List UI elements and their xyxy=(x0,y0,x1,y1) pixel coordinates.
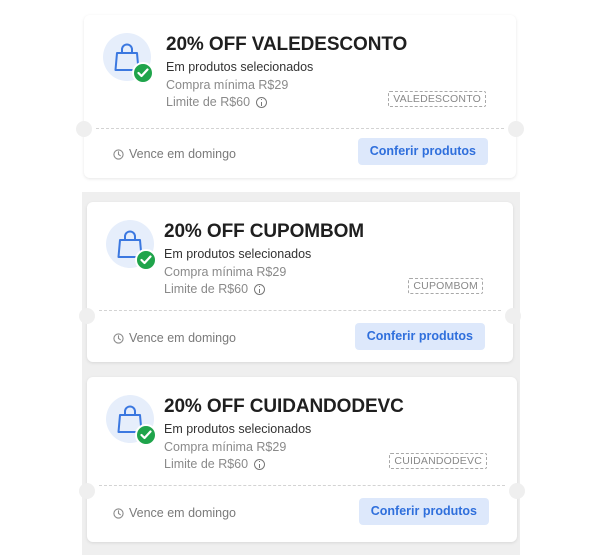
check-icon xyxy=(135,249,157,271)
coupon-min-purchase: Compra mínima R$29 xyxy=(166,78,289,92)
ticket-notch xyxy=(79,483,95,499)
clock-icon xyxy=(113,332,124,344)
ticket-notch xyxy=(76,121,92,137)
coupon-limit-text: Limite de R$60 xyxy=(166,95,251,109)
coupon-expiry: Vence em domingo xyxy=(113,506,236,520)
ticket-notch xyxy=(509,483,525,499)
clock-icon xyxy=(113,507,124,519)
ticket-notch xyxy=(79,308,95,324)
coupon-code[interactable]: CUPOMBOM xyxy=(408,278,483,294)
coupon-subtitle: Em produtos selecionados xyxy=(164,422,312,436)
ticket-notch xyxy=(508,121,524,137)
coupon-expiry: Vence em domingo xyxy=(113,147,236,161)
coupon-expiry: Vence em domingo xyxy=(113,331,236,345)
coupon-min-purchase: Compra mínima R$29 xyxy=(164,440,287,454)
conferir-produtos-button[interactable]: Conferir produtos xyxy=(354,323,485,350)
ticket-notch xyxy=(505,308,521,324)
coupon-limit: Limite de R$60 xyxy=(166,95,268,109)
coupon-title: 20% OFF CUIDANDODEVC xyxy=(164,396,404,417)
ticket-divider xyxy=(96,128,504,129)
ticket-divider xyxy=(99,485,505,486)
coupon-subtitle: Em produtos selecionados xyxy=(164,247,312,261)
coupon-code[interactable]: CUIDANDODEVC xyxy=(389,453,487,469)
coupon-limit-text: Limite de R$60 xyxy=(164,282,249,296)
conferir-produtos-button[interactable]: Conferir produtos xyxy=(358,498,489,525)
coupon-card: 20% OFF CUIDANDODEVC Em produtos selecio… xyxy=(79,377,525,542)
check-icon xyxy=(135,424,157,446)
clock-icon xyxy=(113,148,124,160)
info-icon[interactable] xyxy=(254,283,266,295)
ticket-divider xyxy=(99,310,501,311)
conferir-produtos-button[interactable]: Conferir produtos xyxy=(357,138,488,165)
coupon-title: 20% OFF CUPOMBOM xyxy=(164,221,365,242)
coupon-limit-text: Limite de R$60 xyxy=(164,457,249,471)
check-icon xyxy=(132,62,154,84)
coupon-icon xyxy=(103,33,154,84)
coupon-expiry-text: Vence em domingo xyxy=(129,147,237,161)
info-icon[interactable] xyxy=(254,458,266,470)
coupon-icon xyxy=(106,220,157,271)
coupon-limit: Limite de R$60 xyxy=(164,457,266,471)
coupon-expiry-text: Vence em domingo xyxy=(129,506,237,520)
coupon-subtitle: Em produtos selecionados xyxy=(166,60,314,74)
coupon-min-purchase: Compra mínima R$29 xyxy=(164,265,287,279)
coupon-expiry-text: Vence em domingo xyxy=(129,331,237,345)
coupon-card: 20% OFF VALEDESCONTO Em produtos selecio… xyxy=(76,15,524,178)
coupon-icon xyxy=(106,395,157,446)
coupon-card: 20% OFF CUPOMBOM Em produtos selecionado… xyxy=(79,202,521,362)
coupon-code[interactable]: VALEDESCONTO xyxy=(388,91,486,107)
info-icon[interactable] xyxy=(256,96,268,108)
coupon-limit: Limite de R$60 xyxy=(164,282,266,296)
coupon-title: 20% OFF VALEDESCONTO xyxy=(166,34,408,55)
